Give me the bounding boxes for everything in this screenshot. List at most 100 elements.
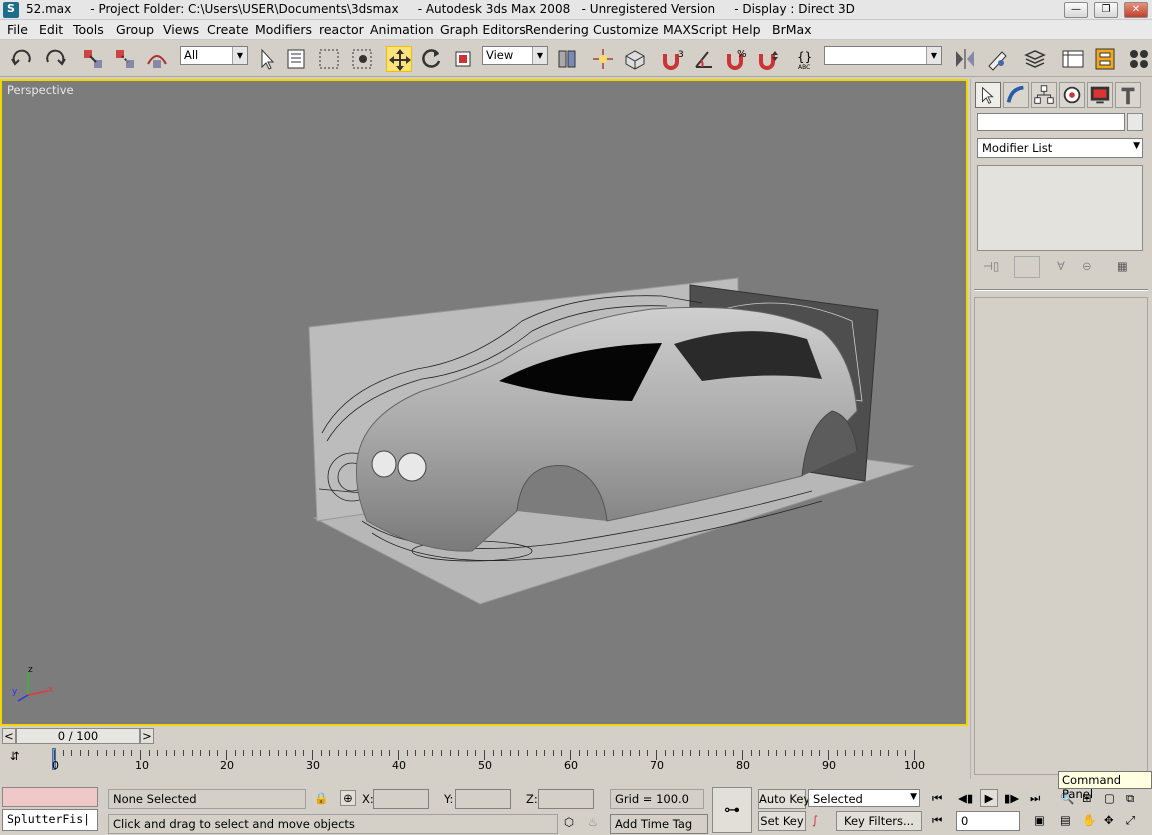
modify-tab-icon[interactable] xyxy=(1003,82,1029,108)
remove-modifier-icon[interactable]: ⊖ xyxy=(1082,259,1092,273)
schematic-view-icon[interactable] xyxy=(1092,46,1118,72)
minimize-button[interactable]: — xyxy=(1064,2,1088,18)
time-configuration-icon[interactable]: ▣ xyxy=(1034,813,1045,827)
add-time-tag-button[interactable]: Add Time Tag xyxy=(610,814,708,834)
rollout-area[interactable] xyxy=(974,297,1148,775)
track-bar[interactable]: ⇵ 0 10 20 30 40 50 60 70 80 90 100 xyxy=(0,745,968,785)
select-and-link-icon[interactable] xyxy=(80,46,106,72)
object-name-field[interactable] xyxy=(977,113,1125,131)
menu-graph-editors[interactable]: Graph Editors xyxy=(440,22,526,37)
select-and-scale-icon[interactable] xyxy=(450,46,476,72)
show-end-result-icon[interactable] xyxy=(1014,256,1040,278)
menu-views[interactable]: Views xyxy=(163,22,199,37)
material-editor-icon[interactable] xyxy=(1126,46,1152,72)
time-slider-thumb[interactable]: 0 / 100 xyxy=(16,728,140,744)
time-slider-next-button[interactable]: > xyxy=(140,728,154,744)
menu-modifiers[interactable]: Modifiers xyxy=(255,22,312,37)
percent-snap-toggle-icon[interactable]: % xyxy=(724,46,750,72)
select-and-manipulate-icon[interactable] xyxy=(590,46,616,72)
close-button[interactable]: ✕ xyxy=(1124,2,1148,18)
unlink-selection-icon[interactable] xyxy=(112,46,138,72)
pan-view-icon[interactable]: ✋ xyxy=(1082,813,1096,827)
selection-filter-dropdown[interactable]: All ▼ xyxy=(180,46,248,65)
default-in-out-tangents-icon[interactable]: ∫ xyxy=(812,813,818,827)
key-filters-button[interactable]: Key Filters... xyxy=(836,811,922,831)
x-coordinate-field[interactable] xyxy=(373,789,429,809)
reference-coordinate-dropdown[interactable]: View ▼ xyxy=(482,46,548,65)
display-tab-icon[interactable] xyxy=(1087,82,1113,108)
select-and-move-icon[interactable] xyxy=(386,46,412,72)
play-icon[interactable]: ▶ xyxy=(980,789,998,807)
menu-reactor[interactable]: reactor xyxy=(319,22,364,37)
hierarchy-tab-icon[interactable] xyxy=(1031,82,1057,108)
set-key-button[interactable]: Set Key xyxy=(758,811,806,831)
named-selection-sets-dropdown[interactable]: ▼ xyxy=(824,46,942,65)
maxscript-listener-pink[interactable] xyxy=(2,787,98,807)
modifier-stack[interactable] xyxy=(977,165,1143,251)
redo-icon[interactable] xyxy=(42,46,68,72)
perspective-viewport[interactable]: Perspective z y x xyxy=(0,79,968,726)
time-slider[interactable]: < 0 / 100 > xyxy=(0,727,968,745)
key-icon[interactable]: ⊶ xyxy=(712,787,752,833)
z-coordinate-field[interactable] xyxy=(538,789,594,809)
mini-curve-editor-icon[interactable]: ⇵ xyxy=(10,749,20,763)
snaps-toggle-icon[interactable]: 3 xyxy=(660,46,686,72)
menu-file[interactable]: File xyxy=(7,22,28,37)
menu-brmax[interactable]: BrMax xyxy=(772,22,812,37)
mirror-icon[interactable] xyxy=(952,46,978,72)
create-tab-icon[interactable] xyxy=(975,82,1001,108)
configure-modifier-sets-icon[interactable]: ▦ xyxy=(1117,259,1128,273)
current-frame-field[interactable]: 0 xyxy=(956,811,1020,831)
utilities-tab-icon[interactable] xyxy=(1115,82,1141,108)
spinner-snap-toggle-icon[interactable] xyxy=(756,46,782,72)
next-frame-icon[interactable]: ▮▶ xyxy=(1004,791,1019,805)
modifier-list-dropdown[interactable]: Modifier List ▼ xyxy=(977,138,1143,158)
maxscript-mini-listener[interactable]: SplutterFis| xyxy=(2,809,98,831)
selection-lock-cube-icon[interactable]: ⬡ xyxy=(564,815,574,829)
menu-maxscript[interactable]: MAXScript xyxy=(663,22,727,37)
app-icon[interactable] xyxy=(3,2,19,18)
absolute-mode-icon[interactable]: ⊕ xyxy=(340,790,356,806)
menu-animation[interactable]: Animation xyxy=(370,22,434,37)
undo-icon[interactable] xyxy=(9,46,35,72)
pin-stack-icon[interactable]: ⊣▯ xyxy=(983,259,999,273)
rectangular-selection-region-icon[interactable] xyxy=(316,46,342,72)
select-and-rotate-icon[interactable] xyxy=(418,46,444,72)
zoom-extents-all-icon[interactable]: ⧉ xyxy=(1126,791,1134,806)
menu-group[interactable]: Group xyxy=(116,22,154,37)
menu-edit[interactable]: Edit xyxy=(39,22,63,37)
edit-named-selection-icon[interactable]: {} ABC xyxy=(794,46,820,72)
angle-snap-toggle-icon[interactable] xyxy=(692,46,718,72)
curve-editor-icon[interactable] xyxy=(1060,46,1086,72)
make-unique-icon[interactable]: ∀ xyxy=(1057,259,1065,273)
menu-rendering[interactable]: Rendering xyxy=(525,22,589,37)
key-mode-dropdown[interactable]: Selected ▼ xyxy=(808,789,920,807)
field-of-view-icon[interactable]: ▤ xyxy=(1060,813,1071,827)
key-mode-toggle-icon[interactable]: ⏮ xyxy=(932,813,942,828)
align-icon[interactable] xyxy=(984,46,1010,72)
lock-icon[interactable]: 🔒 xyxy=(314,791,328,805)
time-slider-prev-button[interactable]: < xyxy=(2,728,16,744)
pivot-point-center-icon[interactable] xyxy=(554,46,580,72)
maximize-viewport-icon[interactable]: ⤢ xyxy=(1126,813,1135,828)
keyboard-shortcut-override-icon[interactable] xyxy=(622,46,648,72)
restore-button[interactable]: ❐ xyxy=(1094,2,1118,18)
adaptive-degradation-icon[interactable]: ♨ xyxy=(588,815,598,829)
object-color-swatch[interactable] xyxy=(1127,113,1143,131)
menu-tools[interactable]: Tools xyxy=(73,22,104,37)
menu-customize[interactable]: Customize xyxy=(593,22,659,37)
menu-help[interactable]: Help xyxy=(732,22,761,37)
zoom-extents-icon[interactable]: ▢ xyxy=(1104,791,1115,805)
layer-manager-icon[interactable] xyxy=(1022,46,1048,72)
select-object-icon[interactable] xyxy=(254,46,280,72)
select-by-name-icon[interactable] xyxy=(284,46,310,72)
previous-frame-icon[interactable]: ◀▮ xyxy=(958,791,973,805)
arc-rotate-icon[interactable]: ✥ xyxy=(1104,813,1114,827)
menu-create[interactable]: Create xyxy=(207,22,249,37)
window-crossing-icon[interactable] xyxy=(350,46,376,72)
auto-key-button[interactable]: Auto Key xyxy=(758,789,810,809)
go-to-start-icon[interactable]: ⏮ xyxy=(932,791,942,806)
motion-tab-icon[interactable] xyxy=(1059,82,1085,108)
bind-to-space-warp-icon[interactable] xyxy=(144,46,170,72)
y-coordinate-field[interactable] xyxy=(455,789,511,809)
